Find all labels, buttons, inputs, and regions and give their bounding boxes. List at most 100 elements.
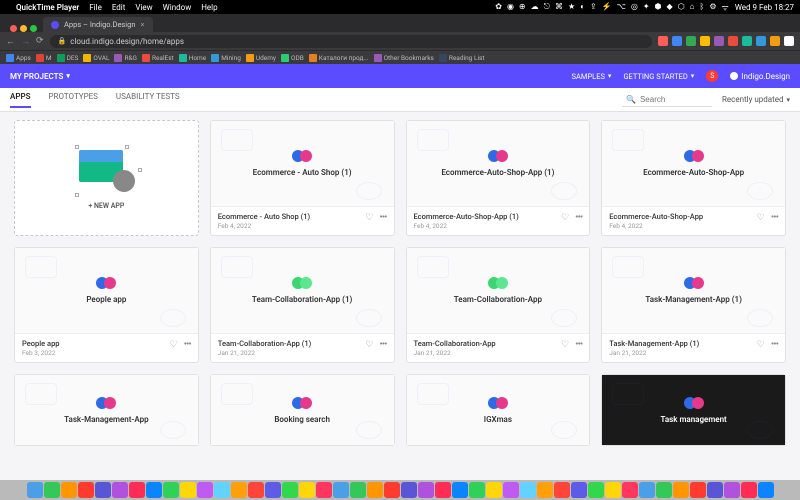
app-card[interactable]: People app People app Feb 3, 2022 ♡ •••	[14, 247, 199, 363]
window-minimize-button[interactable]	[20, 25, 27, 32]
extension-icon[interactable]	[756, 36, 766, 46]
dock-app-icon[interactable]	[639, 482, 655, 498]
app-card[interactable]: Ecommerce-Auto-Shop-App (1) Ecommerce-Au…	[406, 120, 591, 236]
dock-app-icon[interactable]	[690, 482, 706, 498]
app-card[interactable]: Booking search	[210, 374, 395, 446]
favorite-icon[interactable]: ♡	[365, 213, 373, 223]
dock-app-icon[interactable]	[418, 482, 434, 498]
extension-icon[interactable]	[700, 36, 710, 46]
user-avatar[interactable]: S	[706, 70, 718, 82]
getting-started-link[interactable]: GETTING STARTED ▾	[623, 72, 694, 81]
card-menu-icon[interactable]: •••	[575, 339, 582, 350]
dock-app-icon[interactable]	[622, 482, 638, 498]
card-preview[interactable]: IGXmas	[407, 375, 590, 445]
card-menu-icon[interactable]: •••	[379, 339, 386, 350]
dock-app-icon[interactable]	[741, 482, 757, 498]
new-app-card[interactable]: + NEW APP	[14, 120, 199, 236]
card-preview[interactable]: Ecommerce-Auto-Shop-App	[602, 121, 785, 206]
dock-app-icon[interactable]	[503, 482, 519, 498]
nav-reload-icon[interactable]: ⟳	[36, 36, 44, 46]
macos-dock[interactable]	[0, 480, 800, 500]
dock-app-icon[interactable]	[724, 482, 740, 498]
card-preview[interactable]: Ecommerce-Auto-Shop-App (1)	[407, 121, 590, 206]
window-maximize-button[interactable]	[30, 25, 37, 32]
tab-usability-tests[interactable]: USABILITY TESTS	[116, 92, 180, 108]
my-projects-dropdown[interactable]: MY PROJECTS ▾	[10, 72, 70, 81]
favorite-icon[interactable]: ♡	[170, 340, 178, 350]
bookmark-item[interactable]: Home	[179, 54, 207, 62]
dock-app-icon[interactable]	[265, 482, 281, 498]
dock-app-icon[interactable]	[673, 482, 689, 498]
dock-app-icon[interactable]	[333, 482, 349, 498]
menubar-status-icons[interactable]: ✿◉⊕☁⎋⌘★◐⇪⚡⌥◎✦⬢◆⬡⌂ᛒ⚙ᯤ	[495, 2, 729, 13]
dock-app-icon[interactable]	[197, 482, 213, 498]
dock-app-icon[interactable]	[486, 482, 502, 498]
dock-app-icon[interactable]	[214, 482, 230, 498]
dock-app-icon[interactable]	[554, 482, 570, 498]
sort-dropdown[interactable]: Recently updated ▾	[722, 95, 790, 104]
dock-app-icon[interactable]	[78, 482, 94, 498]
menu-edit[interactable]: Edit	[112, 3, 126, 12]
app-card[interactable]: Team-Collaboration-App (1) Team-Collabor…	[210, 247, 395, 363]
favorite-icon[interactable]: ♡	[365, 340, 373, 350]
app-card[interactable]: Ecommerce-Auto-Shop-App Ecommerce-Auto-S…	[601, 120, 786, 236]
favorite-icon[interactable]: ♡	[561, 213, 569, 223]
dock-app-icon[interactable]	[520, 482, 536, 498]
card-menu-icon[interactable]: •••	[184, 339, 191, 350]
menu-window[interactable]: Window	[163, 3, 192, 12]
bookmark-item[interactable]: R&G	[114, 54, 136, 62]
card-menu-icon[interactable]: •••	[771, 212, 778, 223]
dock-app-icon[interactable]	[112, 482, 128, 498]
bookmark-item[interactable]: DES	[57, 54, 79, 62]
dock-app-icon[interactable]	[384, 482, 400, 498]
dock-app-icon[interactable]	[571, 482, 587, 498]
search-input[interactable]	[640, 95, 700, 104]
dock-app-icon[interactable]	[350, 482, 366, 498]
app-card[interactable]: Task-Management-App (1) Task-Management-…	[601, 247, 786, 363]
dock-app-icon[interactable]	[469, 482, 485, 498]
extension-icon[interactable]	[686, 36, 696, 46]
bookmark-item[interactable]: Reading List	[439, 54, 485, 62]
card-preview[interactable]: Booking search	[211, 375, 394, 445]
extension-icon[interactable]	[742, 36, 752, 46]
dock-app-icon[interactable]	[27, 482, 43, 498]
extension-icon[interactable]	[658, 36, 668, 46]
tab-prototypes[interactable]: PROTOTYPES	[49, 92, 98, 108]
dock-app-icon[interactable]	[299, 482, 315, 498]
brand-logo[interactable]: Indigo.Design	[730, 72, 790, 81]
dock-app-icon[interactable]	[180, 482, 196, 498]
extension-icon[interactable]	[672, 36, 682, 46]
browser-tab[interactable]: Apps – Indigo.Design ×	[43, 17, 153, 32]
menu-help[interactable]: Help	[201, 3, 217, 12]
favorite-icon[interactable]: ♡	[757, 213, 765, 223]
bookmark-item[interactable]: Apps	[6, 54, 31, 62]
card-preview[interactable]: Task-Management-App (1)	[602, 248, 785, 333]
dock-app-icon[interactable]	[605, 482, 621, 498]
dock-app-icon[interactable]	[656, 482, 672, 498]
dock-app-icon[interactable]	[758, 482, 774, 498]
tab-apps[interactable]: APPS	[10, 92, 31, 108]
dock-app-icon[interactable]	[367, 482, 383, 498]
dock-app-icon[interactable]	[537, 482, 553, 498]
dock-app-icon[interactable]	[163, 482, 179, 498]
samples-link[interactable]: SAMPLES ▾	[572, 72, 612, 81]
url-input[interactable]: 🔒 cloud.indigo.design/home/apps	[50, 35, 652, 48]
nav-back-icon[interactable]: ←	[6, 36, 15, 47]
favorite-icon[interactable]: ♡	[561, 340, 569, 350]
dock-app-icon[interactable]	[248, 482, 264, 498]
dock-app-icon[interactable]	[95, 482, 111, 498]
extension-icon[interactable]	[784, 36, 794, 46]
dock-app-icon[interactable]	[452, 482, 468, 498]
dock-app-icon[interactable]	[44, 482, 60, 498]
app-card[interactable]: Task-Management-App	[14, 374, 199, 446]
card-preview[interactable]: Team-Collaboration-App	[407, 248, 590, 333]
card-menu-icon[interactable]: •••	[379, 212, 386, 223]
bookmark-item[interactable]: M	[36, 54, 52, 62]
menu-view[interactable]: View	[135, 3, 152, 12]
extension-icon[interactable]	[728, 36, 738, 46]
dock-app-icon[interactable]	[146, 482, 162, 498]
menubar-datetime[interactable]: Wed 9 Feb 18:27	[735, 3, 794, 12]
bookmark-item[interactable]: OVAL	[83, 54, 109, 62]
dock-app-icon[interactable]	[435, 482, 451, 498]
dock-app-icon[interactable]	[231, 482, 247, 498]
